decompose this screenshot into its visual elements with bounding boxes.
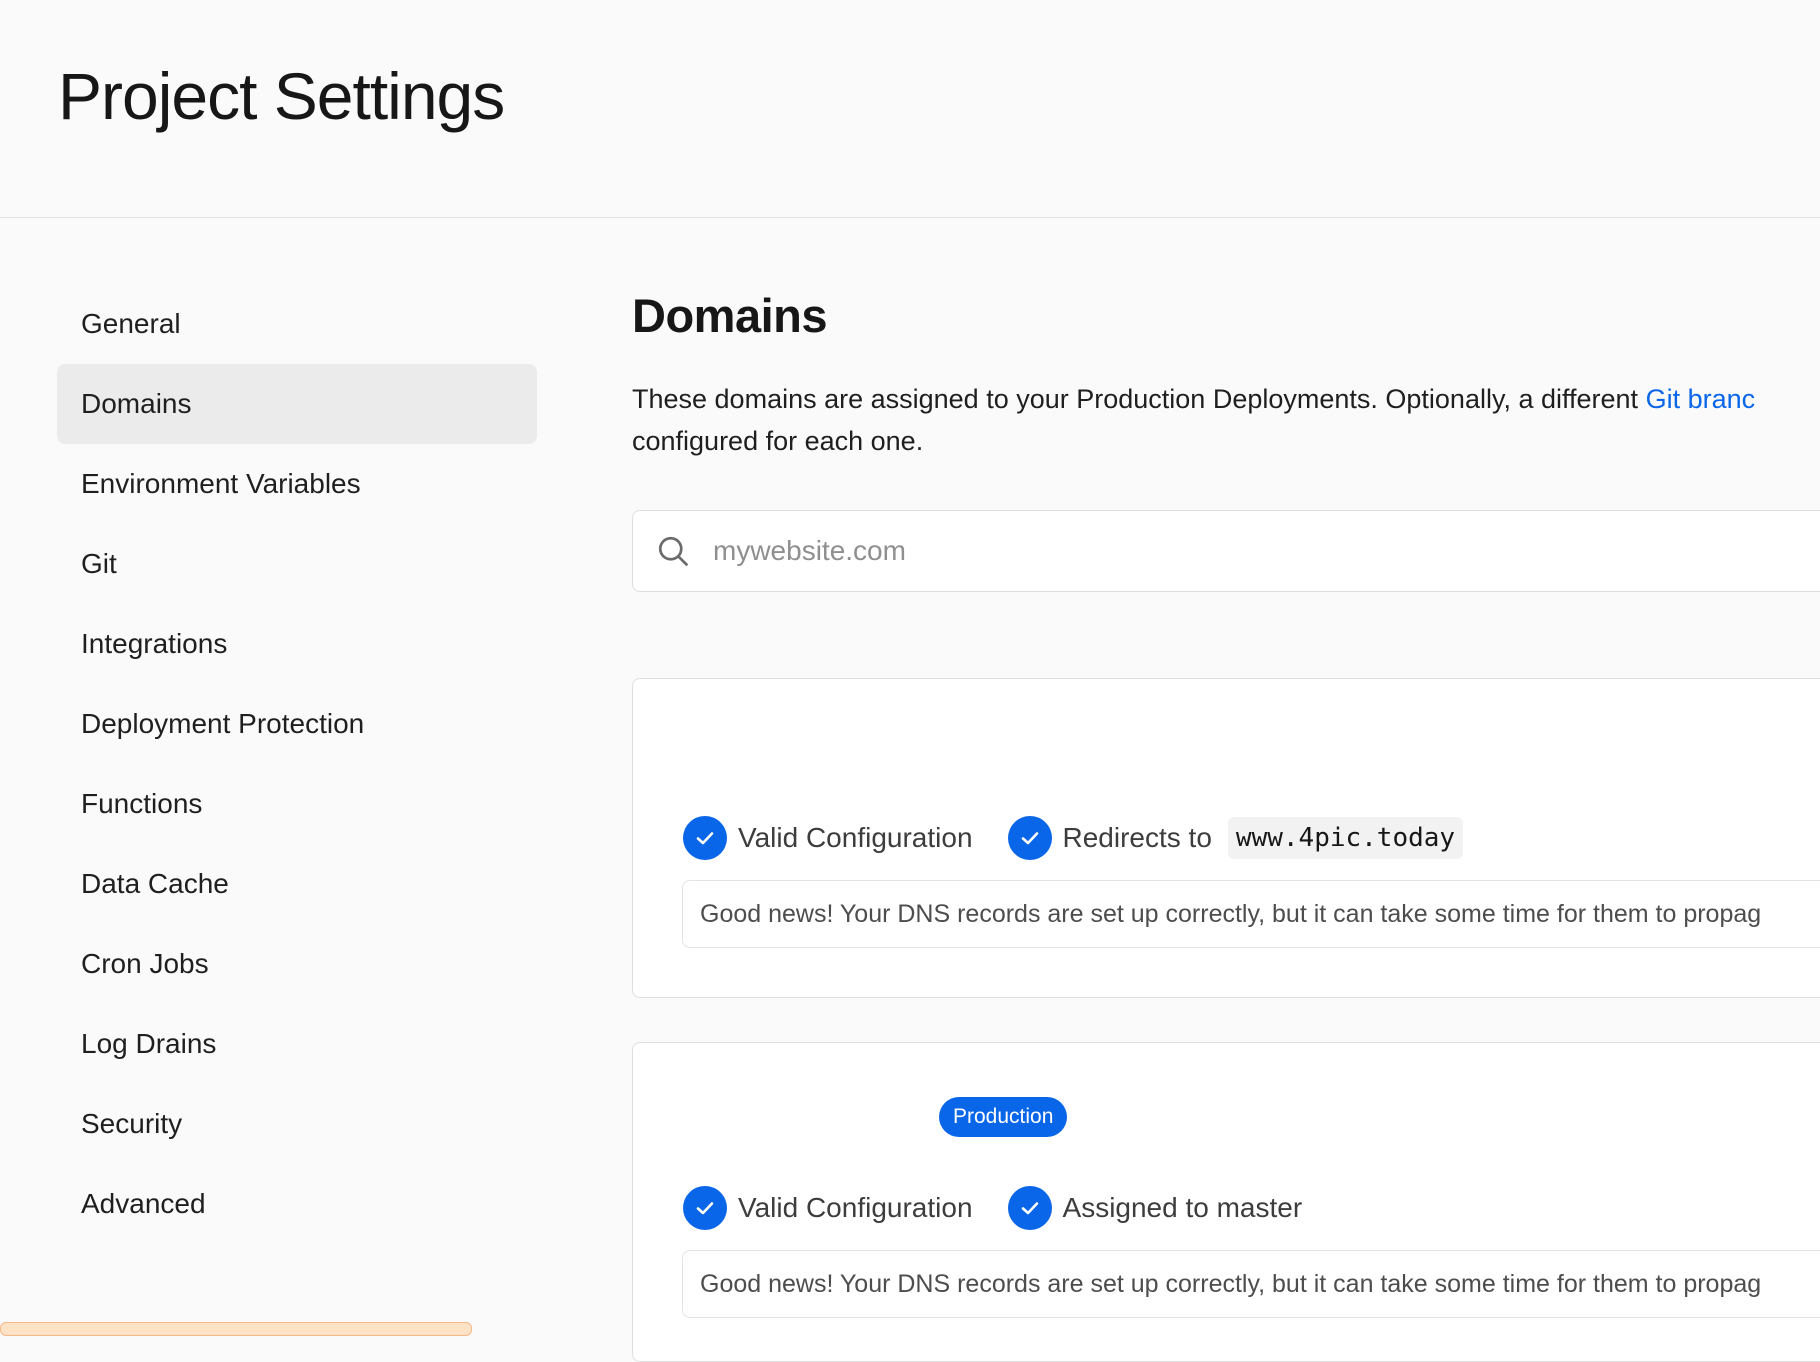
description-text-line2: configured for each one. — [632, 426, 924, 456]
description-text: These domains are assigned to your Produ… — [632, 384, 1646, 414]
section-title: Domains — [632, 289, 828, 342]
sidebar-item-general[interactable]: General — [57, 284, 537, 364]
sidebar-item-integrations[interactable]: Integrations — [57, 604, 537, 684]
section-description: These domains are assigned to your Produ… — [632, 378, 1820, 462]
page-header: Project Settings — [0, 0, 1820, 218]
sidebar-item-security[interactable]: Security — [57, 1084, 537, 1164]
sidebar-item-environment-variables[interactable]: Environment Variables — [57, 444, 537, 524]
domains-section: Domains These domains are assigned to yo… — [632, 284, 1820, 592]
dns-notice: Good news! Your DNS records are set up c… — [682, 880, 1820, 948]
domain-card: Valid Configuration Redirects to www.4pi… — [632, 678, 1820, 998]
redirect-target: www.4pic.today — [1227, 817, 1464, 859]
search-input[interactable] — [713, 511, 1813, 591]
sidebar-item-git[interactable]: Git — [57, 524, 537, 604]
valid-configuration-label: Valid Configuration — [738, 822, 973, 853]
check-circle-icon — [1007, 816, 1052, 860]
sidebar-item-domains[interactable]: Domains — [57, 364, 537, 444]
sidebar-item-data-cache[interactable]: Data Cache — [57, 844, 537, 924]
status-row: Valid Configuration Redirects to www.4pi… — [683, 816, 1464, 860]
dns-notice: Good news! Your DNS records are set up c… — [682, 1250, 1820, 1318]
valid-configuration-label: Valid Configuration — [738, 1192, 973, 1223]
settings-sidebar: General Domains Environment Variables Gi… — [57, 284, 537, 1244]
assigned-branch-label: Assigned to master — [1062, 1192, 1303, 1223]
search-icon — [658, 536, 688, 566]
sidebar-item-functions[interactable]: Functions — [57, 764, 537, 844]
production-badge: Production — [939, 1097, 1068, 1137]
sidebar-item-cron-jobs[interactable]: Cron Jobs — [57, 924, 537, 1004]
sidebar-item-log-drains[interactable]: Log Drains — [57, 1004, 537, 1084]
toast-edge — [0, 1322, 472, 1336]
check-circle-icon — [683, 1186, 727, 1230]
domain-card: Production Valid Configuration Assigned … — [632, 1042, 1820, 1362]
page-title: Project Settings — [58, 59, 505, 133]
check-circle-icon — [1007, 1186, 1052, 1230]
sidebar-item-deployment-protection[interactable]: Deployment Protection — [57, 684, 537, 764]
domain-search — [632, 510, 1820, 592]
git-branch-link[interactable]: Git branc — [1646, 384, 1756, 414]
sidebar-item-advanced[interactable]: Advanced — [57, 1164, 537, 1244]
status-row: Valid Configuration Assigned to master — [683, 1186, 1302, 1230]
check-circle-icon — [683, 816, 727, 860]
redirects-label: Redirects to — [1062, 822, 1212, 853]
